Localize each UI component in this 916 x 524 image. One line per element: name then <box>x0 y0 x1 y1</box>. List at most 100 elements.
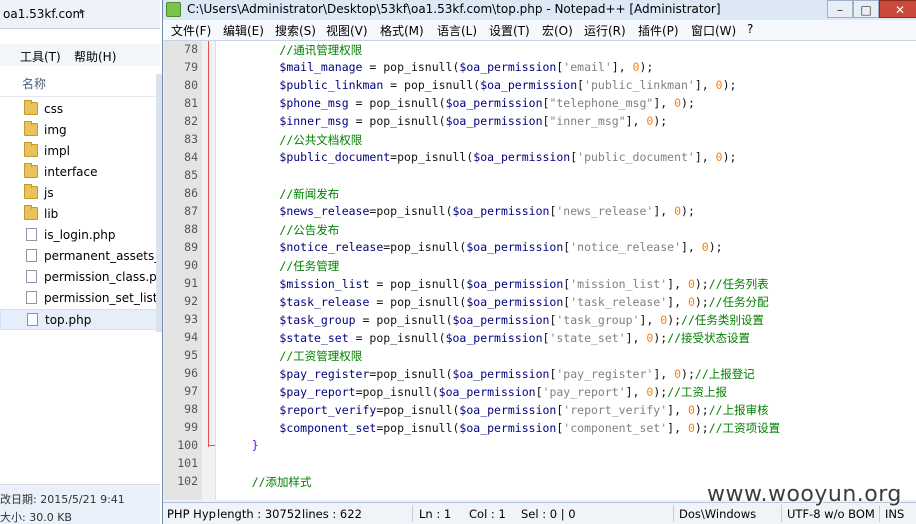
menu-item[interactable]: 设置(T) <box>489 22 530 39</box>
code-line[interactable]: 85 <box>164 167 916 185</box>
line-source: $public_linkman = pop_isnull($oa_permiss… <box>279 78 737 92</box>
file-name: js <box>44 186 54 200</box>
line-number: 79 <box>184 60 198 74</box>
line-number: 84 <box>184 150 198 164</box>
line-source: $mission_list = pop_isnull($oa_permissio… <box>279 277 769 291</box>
line-source: //工资管理权限 <box>279 349 363 363</box>
file-name: interface <box>44 165 98 179</box>
line-source: $pay_register=pop_isnull($oa_permission[… <box>279 367 755 381</box>
menu-help[interactable]: 帮助(H) <box>74 48 116 65</box>
file-list-item[interactable]: interface <box>0 162 160 183</box>
code-line[interactable]: 96 $pay_register=pop_isnull($oa_permissi… <box>164 365 916 383</box>
minimize-button[interactable]: – <box>827 0 853 18</box>
line-source: $task_release = pop_isnull($oa_permissio… <box>279 295 769 309</box>
line-number: 94 <box>184 330 198 344</box>
code-line[interactable]: 100 } <box>164 437 916 455</box>
file-list-item[interactable]: js <box>0 183 160 204</box>
file-name: top.php <box>45 313 92 327</box>
address-bar[interactable]: oa1.53kf.com ▸ <box>0 0 160 29</box>
menu-item[interactable]: 运行(R) <box>584 22 626 39</box>
menu-item[interactable]: 编辑(E) <box>223 22 264 39</box>
line-number: 87 <box>184 204 198 218</box>
status-eol: Dos\Windows <box>679 507 757 521</box>
file-size: 大小: 30.0 KB <box>0 511 72 524</box>
line-source: $component_set=pop_isnull($oa_permission… <box>279 421 781 435</box>
column-header-label: 名称 <box>22 77 47 91</box>
line-source: $news_release=pop_isnull($oa_permission[… <box>279 204 695 218</box>
menu-item[interactable]: 文件(F) <box>171 22 211 39</box>
menu-item[interactable]: 宏(O) <box>542 22 573 39</box>
file-list-item[interactable]: top.php <box>0 309 160 330</box>
line-number: 83 <box>184 132 198 146</box>
code-line[interactable]: 90 //任务管理 <box>164 257 916 275</box>
line-source: $state_set = pop_isnull($oa_permission['… <box>279 331 751 345</box>
code-editor[interactable]: 78 //通讯管理权限 79 $mail_manage = pop_isnull(… <box>164 41 916 500</box>
code-line[interactable]: 91 $mission_list = pop_isnull($oa_permis… <box>164 275 916 293</box>
line-number: 98 <box>184 402 198 416</box>
title-bar[interactable]: C:\Users\Administrator\Desktop\53kf\oa1.… <box>163 0 916 21</box>
menu-item[interactable]: 窗口(W) <box>691 22 736 39</box>
code-line[interactable]: 93 $task_group = pop_isnull($oa_permissi… <box>164 311 916 329</box>
line-source: $mail_manage = pop_isnull($oa_permission… <box>279 60 654 74</box>
code-line[interactable]: 99 $component_set=pop_isnull($oa_permiss… <box>164 419 916 437</box>
file-name: impl <box>44 144 70 158</box>
menu-item[interactable]: 语言(L) <box>437 22 477 39</box>
menu-tools[interactable]: 工具(T) <box>20 48 61 65</box>
file-list-item[interactable]: permission_set_list.ph <box>0 288 162 309</box>
column-header-name[interactable]: 名称 <box>0 70 160 97</box>
menu-item[interactable]: 视图(V) <box>326 22 368 39</box>
status-sel: Sel : 0 | 0 <box>521 507 576 521</box>
code-line[interactable]: 82 $inner_msg = pop_isnull($oa_permissio… <box>164 113 916 131</box>
code-line[interactable]: 97 $pay_report=pop_isnull($oa_permission… <box>164 383 916 401</box>
line-number: 91 <box>184 276 198 290</box>
code-line[interactable]: 92 $task_release = pop_isnull($oa_permis… <box>164 293 916 311</box>
menu-item[interactable]: 搜索(S) <box>275 22 316 39</box>
code-line[interactable]: 89 $notice_release=pop_isnull($oa_permis… <box>164 239 916 257</box>
code-line[interactable]: 95 //工资管理权限 <box>164 347 916 365</box>
code-line[interactable]: 83 //公共文档权限 <box>164 131 916 149</box>
line-number: 101 <box>177 456 198 470</box>
code-line[interactable]: 98 $report_verify=pop_isnull($oa_permiss… <box>164 401 916 419</box>
menu-item[interactable]: 插件(P) <box>638 22 679 39</box>
file-list-item[interactable]: permanent_assets_cla <box>0 246 162 267</box>
code-line[interactable]: 80 $public_linkman = pop_isnull($oa_perm… <box>164 77 916 95</box>
close-button[interactable]: ✕ <box>879 0 916 18</box>
menu-bar: 文件(F) 编辑(E) 搜索(S) 视图(V) 格式(M) 语言(L) 设置(T) 宏(O) 运… <box>163 20 916 41</box>
line-number: 85 <box>184 168 198 182</box>
file-name: permission_class.php <box>44 270 162 284</box>
php-file-icon <box>26 270 37 283</box>
code-line[interactable]: 84 $public_document=pop_isnull($oa_permi… <box>164 149 916 167</box>
line-source: $pay_report=pop_isnull($oa_permission['p… <box>279 385 728 399</box>
code-line[interactable]: 86 //新闻发布 <box>164 185 916 203</box>
line-number: 81 <box>184 96 198 110</box>
file-list-item[interactable]: permission_class.php <box>0 267 162 288</box>
file-list-item[interactable]: is_login.php <box>0 225 160 246</box>
menu-item[interactable]: 格式(M) <box>380 22 424 39</box>
file-list-item[interactable]: css <box>0 99 160 120</box>
line-source: $task_group = pop_isnull($oa_permission[… <box>279 313 764 327</box>
line-source: //通讯管理权限 <box>279 43 363 57</box>
line-source: //公共文档权限 <box>279 133 363 147</box>
code-line[interactable]: 88 //公告发布 <box>164 221 916 239</box>
code-line[interactable]: 78 //通讯管理权限 <box>164 41 916 59</box>
modified-date: 改日期: 2015/5/21 9:41 <box>0 493 125 506</box>
notepadpp-app-icon <box>166 2 181 17</box>
folder-icon <box>24 100 38 115</box>
code-line[interactable]: 94 $state_set = pop_isnull($oa_permissio… <box>164 329 916 347</box>
code-line[interactable]: 79 $mail_manage = pop_isnull($oa_permiss… <box>164 59 916 77</box>
file-list-item[interactable]: lib <box>0 204 160 225</box>
file-list-item[interactable]: img <box>0 120 160 141</box>
line-number: 90 <box>184 258 198 272</box>
line-source: //任务管理 <box>279 259 340 273</box>
menu-item[interactable]: ? <box>747 22 753 36</box>
line-number: 80 <box>184 78 198 92</box>
line-source: } <box>251 438 259 452</box>
maximize-button[interactable]: □ <box>853 0 879 18</box>
file-list-item[interactable]: impl <box>0 141 160 162</box>
code-line[interactable]: 81 $phone_msg = pop_isnull($oa_permissio… <box>164 95 916 113</box>
line-source: $report_verify=pop_isnull($oa_permission… <box>279 403 769 417</box>
file-name: permanent_assets_cla <box>44 249 162 263</box>
code-line[interactable]: 87 $news_release=pop_isnull($oa_permissi… <box>164 203 916 221</box>
code-line[interactable]: 101 <box>164 455 916 473</box>
chevron-right-icon[interactable]: ▸ <box>80 6 85 17</box>
